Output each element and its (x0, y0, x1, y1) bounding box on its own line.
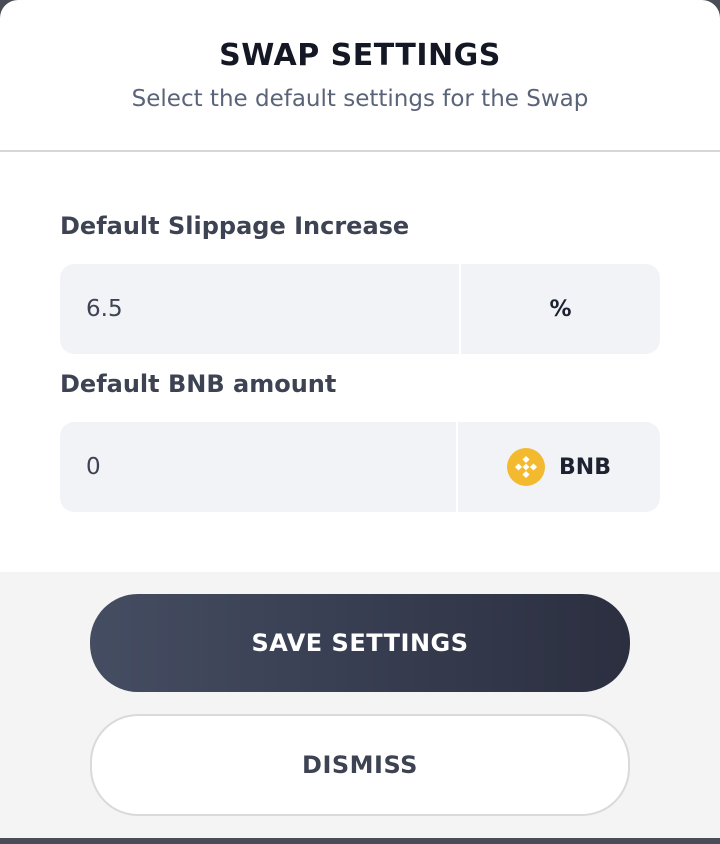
slippage-unit-box: % (461, 264, 660, 354)
modal-footer: SAVE SETTINGS DISMISS (0, 572, 720, 838)
modal-subtitle: Select the default settings for the Swap (131, 86, 589, 112)
save-settings-button[interactable]: SAVE SETTINGS (90, 594, 630, 692)
dismiss-button[interactable]: DISMISS (90, 714, 630, 816)
bnb-amount-label: Default BNB amount (60, 370, 337, 398)
slippage-field-group: % (60, 264, 660, 354)
slippage-label: Default Slippage Increase (60, 212, 410, 240)
bnb-token-icon (507, 448, 546, 486)
bnb-amount-field-group: BNB (60, 422, 660, 512)
slippage-input[interactable] (60, 264, 459, 354)
bnb-token-symbol: BNB (559, 454, 611, 480)
slippage-unit: % (549, 296, 572, 322)
modal-header: SWAP SETTINGS Select the default setting… (0, 0, 720, 152)
swap-settings-modal: SWAP SETTINGS Select the default setting… (0, 0, 720, 838)
bnb-amount-input[interactable] (60, 422, 456, 512)
modal-title: SWAP SETTINGS (219, 38, 501, 73)
bnb-token-box: BNB (458, 422, 660, 512)
